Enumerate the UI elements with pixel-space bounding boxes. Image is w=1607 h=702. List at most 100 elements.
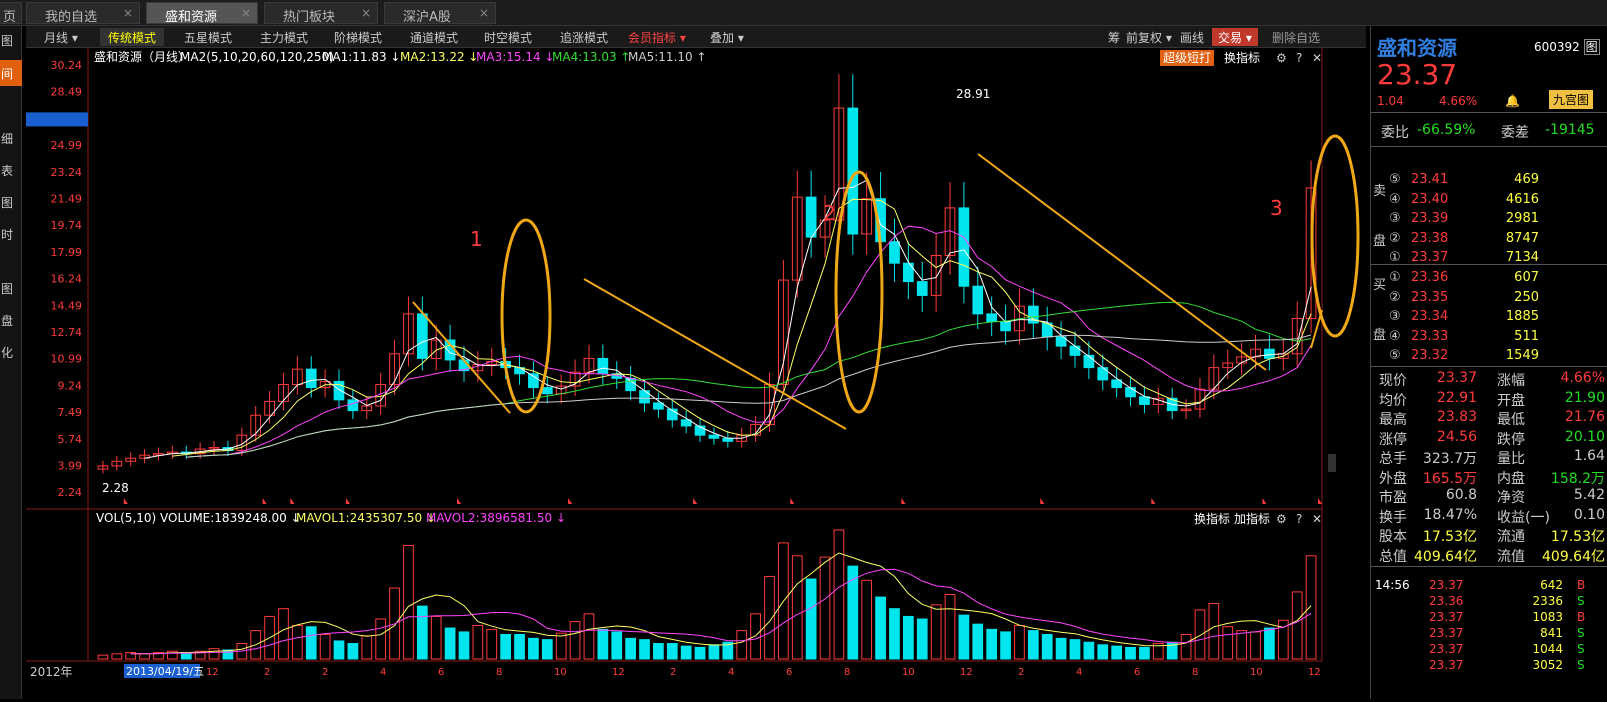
chart-area[interactable]: 30.2428.4926.2624.9923.2421.4919.7417.99… bbox=[26, 48, 1366, 699]
buy-label-2: 盘 bbox=[1373, 328, 1387, 343]
bell-icon[interactable]: 🔔 bbox=[1505, 94, 1520, 108]
overlay-menu[interactable]: 叠加 ▾ bbox=[710, 28, 744, 46]
y-tick-label: 2.24 bbox=[58, 486, 83, 499]
x-tick-label: 10 bbox=[1250, 667, 1263, 678]
period-select[interactable]: 月线 ▾ bbox=[44, 28, 78, 46]
collapse-arrow-icon[interactable] bbox=[1328, 454, 1336, 472]
stat-label: 总手 bbox=[1379, 451, 1407, 467]
candle-body bbox=[916, 281, 928, 296]
close-icon[interactable]: ✕ bbox=[1312, 512, 1322, 526]
stat-value: 23.83 bbox=[1436, 409, 1477, 425]
mode-five-star[interactable]: 五星模式 bbox=[184, 28, 232, 46]
weicha-value: -19145 bbox=[1545, 122, 1595, 138]
mode-channel[interactable]: 通道模式 bbox=[410, 28, 458, 46]
tab-a-shares[interactable]: 深沪A股 × bbox=[384, 2, 496, 25]
y-tick-label: 14.49 bbox=[51, 299, 83, 312]
buy-volume: 511 bbox=[1514, 328, 1539, 344]
tick-volume: 841 bbox=[1540, 626, 1563, 640]
trade-button[interactable]: 交易 ▾ bbox=[1212, 28, 1258, 46]
sell-level: ① bbox=[1389, 250, 1401, 265]
chip-button[interactable]: 筹 bbox=[1108, 28, 1120, 46]
restore-menu[interactable]: 前复权 ▾ bbox=[1126, 28, 1172, 46]
annotation-3: 3 bbox=[1270, 196, 1283, 220]
tab-home[interactable]: 页 bbox=[0, 2, 22, 25]
nav-item[interactable]: 图 bbox=[0, 32, 22, 49]
vol-switch-button[interactable]: 换指标 bbox=[1194, 511, 1230, 526]
gear-icon[interactable]: ⚙ bbox=[1276, 512, 1287, 526]
help-icon[interactable]: ? bbox=[1296, 512, 1302, 526]
tab-hot-sectors[interactable]: 热门板块 × bbox=[264, 2, 378, 25]
mode-spacetime[interactable]: 时空模式 bbox=[484, 28, 532, 46]
divider bbox=[1371, 112, 1607, 113]
nav-item[interactable]: 图 bbox=[0, 280, 22, 297]
buy-price[interactable]: 23.33 bbox=[1411, 329, 1448, 344]
candle-body bbox=[1264, 348, 1275, 359]
sell-price[interactable]: 23.38 bbox=[1411, 231, 1448, 246]
buy-price[interactable]: 23.35 bbox=[1411, 290, 1448, 305]
delete-watchlist-button[interactable]: 删除自选 bbox=[1272, 28, 1320, 46]
stat-label: 量比 bbox=[1497, 451, 1525, 467]
close-icon[interactable]: × bbox=[123, 6, 133, 20]
volume-bar bbox=[1027, 630, 1039, 660]
stat-value: 165.5万 bbox=[1422, 470, 1477, 487]
volume-bar bbox=[902, 615, 914, 660]
sell-price[interactable]: 23.39 bbox=[1411, 211, 1448, 226]
code-tag[interactable]: 图 bbox=[1583, 39, 1600, 55]
tab-shenghe[interactable]: 盛和资源 × bbox=[146, 2, 258, 25]
nav-item[interactable]: 图 bbox=[0, 194, 22, 211]
sell-volume: 8747 bbox=[1505, 230, 1539, 246]
nav-item[interactable]: 时 bbox=[0, 226, 22, 243]
divider bbox=[1371, 566, 1607, 567]
mode-main-force[interactable]: 主力模式 bbox=[260, 28, 308, 46]
x-tick-label: 12 bbox=[612, 667, 625, 678]
nav-item-active[interactable]: 间 bbox=[0, 60, 22, 86]
close-icon[interactable]: × bbox=[479, 6, 489, 20]
switch-indicator-button[interactable]: 换指标 bbox=[1224, 50, 1260, 65]
member-indicator-menu[interactable]: 会员指标 ▾ bbox=[628, 28, 686, 46]
tab-watchlist[interactable]: 我的自选 × bbox=[26, 2, 140, 25]
sell-price[interactable]: 23.41 bbox=[1411, 172, 1448, 187]
chart-svg[interactable]: 30.2428.4926.2624.9923.2421.4919.7417.99… bbox=[26, 48, 1366, 699]
close-icon[interactable]: ✕ bbox=[1312, 51, 1322, 65]
candle-body bbox=[1000, 321, 1011, 332]
nav-item[interactable]: 盘 bbox=[0, 312, 22, 329]
grid-view-button[interactable]: 九宫图 bbox=[1549, 90, 1594, 109]
sell-price[interactable]: 23.37 bbox=[1411, 250, 1448, 265]
close-icon[interactable]: × bbox=[361, 6, 371, 20]
volume-bar bbox=[875, 596, 886, 660]
peak-label: 28.91 bbox=[956, 87, 990, 101]
candle-body bbox=[958, 207, 970, 287]
gear-icon[interactable]: ⚙ bbox=[1276, 51, 1287, 65]
candle-body bbox=[305, 368, 317, 389]
tab-label: 我的自选 bbox=[45, 10, 98, 25]
stat-value: 21.90 bbox=[1564, 389, 1605, 406]
buy-price[interactable]: 23.36 bbox=[1411, 270, 1448, 285]
volume-bar bbox=[666, 643, 678, 660]
buy-price[interactable]: 23.32 bbox=[1411, 348, 1448, 363]
mode-ladder[interactable]: 阶梯模式 bbox=[334, 28, 382, 46]
mode-traditional[interactable]: 传统模式 bbox=[100, 28, 165, 46]
nav-item[interactable]: 细 bbox=[0, 130, 22, 147]
draw-line-button[interactable]: 画线 bbox=[1180, 28, 1204, 46]
buy-level: ⑤ bbox=[1389, 348, 1401, 363]
candle-body bbox=[541, 387, 553, 395]
ma-params: MA2(5,10,20,60,120,250) bbox=[180, 50, 334, 64]
candle-body bbox=[639, 390, 650, 404]
y-tick-label: 12.74 bbox=[51, 326, 83, 339]
vol-add-button[interactable]: 加指标 bbox=[1234, 511, 1270, 526]
stat-value: 17.53亿 bbox=[1550, 529, 1605, 545]
candle-body bbox=[986, 313, 998, 323]
volume-bar bbox=[1041, 633, 1053, 660]
sell-price[interactable]: 23.40 bbox=[1411, 192, 1448, 207]
buy-level: ③ bbox=[1389, 309, 1401, 324]
divider bbox=[1371, 264, 1607, 265]
stat-value: 23.37 bbox=[1436, 370, 1477, 386]
x-tick-label: 10 bbox=[902, 667, 915, 678]
mode-chase[interactable]: 追涨模式 bbox=[560, 28, 608, 46]
close-icon[interactable]: × bbox=[241, 6, 251, 20]
nav-item[interactable]: 表 bbox=[0, 162, 22, 179]
help-icon[interactable]: ? bbox=[1296, 51, 1302, 65]
buy-price[interactable]: 23.34 bbox=[1411, 309, 1448, 324]
y-tick-label: 7.49 bbox=[58, 406, 83, 419]
nav-item[interactable]: 化 bbox=[0, 344, 22, 361]
